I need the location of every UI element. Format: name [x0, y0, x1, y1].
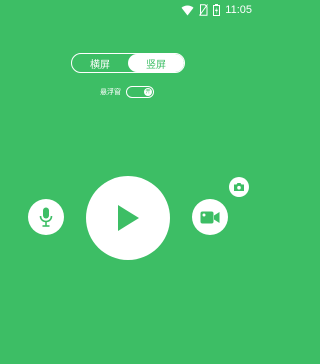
floating-window-row: 悬浮窗 开 [100, 85, 154, 99]
battery-icon [213, 4, 221, 16]
status-icons: 11:05 [181, 3, 252, 17]
floating-window-switch[interactable]: 开 [126, 86, 154, 98]
start-recording-button[interactable] [86, 176, 170, 260]
video-camera-button[interactable] [192, 199, 228, 235]
no-sim-icon [199, 4, 209, 16]
switch-knob: 开 [144, 88, 152, 96]
floating-window-label: 悬浮窗 [100, 88, 121, 96]
orientation-toggle: 横屏 竖屏 [71, 53, 185, 73]
tab-landscape-label: 横屏 [90, 59, 110, 71]
tab-portrait-label: 竖屏 [146, 59, 166, 71]
status-time: 11:05 [225, 4, 252, 16]
video-camera-icon [200, 211, 220, 223]
microphone-icon [39, 207, 53, 227]
status-bar: 11:05 [0, 0, 256, 20]
tab-landscape[interactable]: 横屏 [72, 54, 128, 72]
screenshot-button[interactable] [229, 177, 249, 197]
microphone-button[interactable] [28, 199, 64, 235]
tab-portrait[interactable]: 竖屏 [128, 54, 184, 72]
play-icon [118, 205, 139, 231]
camera-icon [234, 183, 244, 191]
wifi-icon [181, 5, 194, 15]
switch-state-text: 开 [145, 89, 151, 95]
